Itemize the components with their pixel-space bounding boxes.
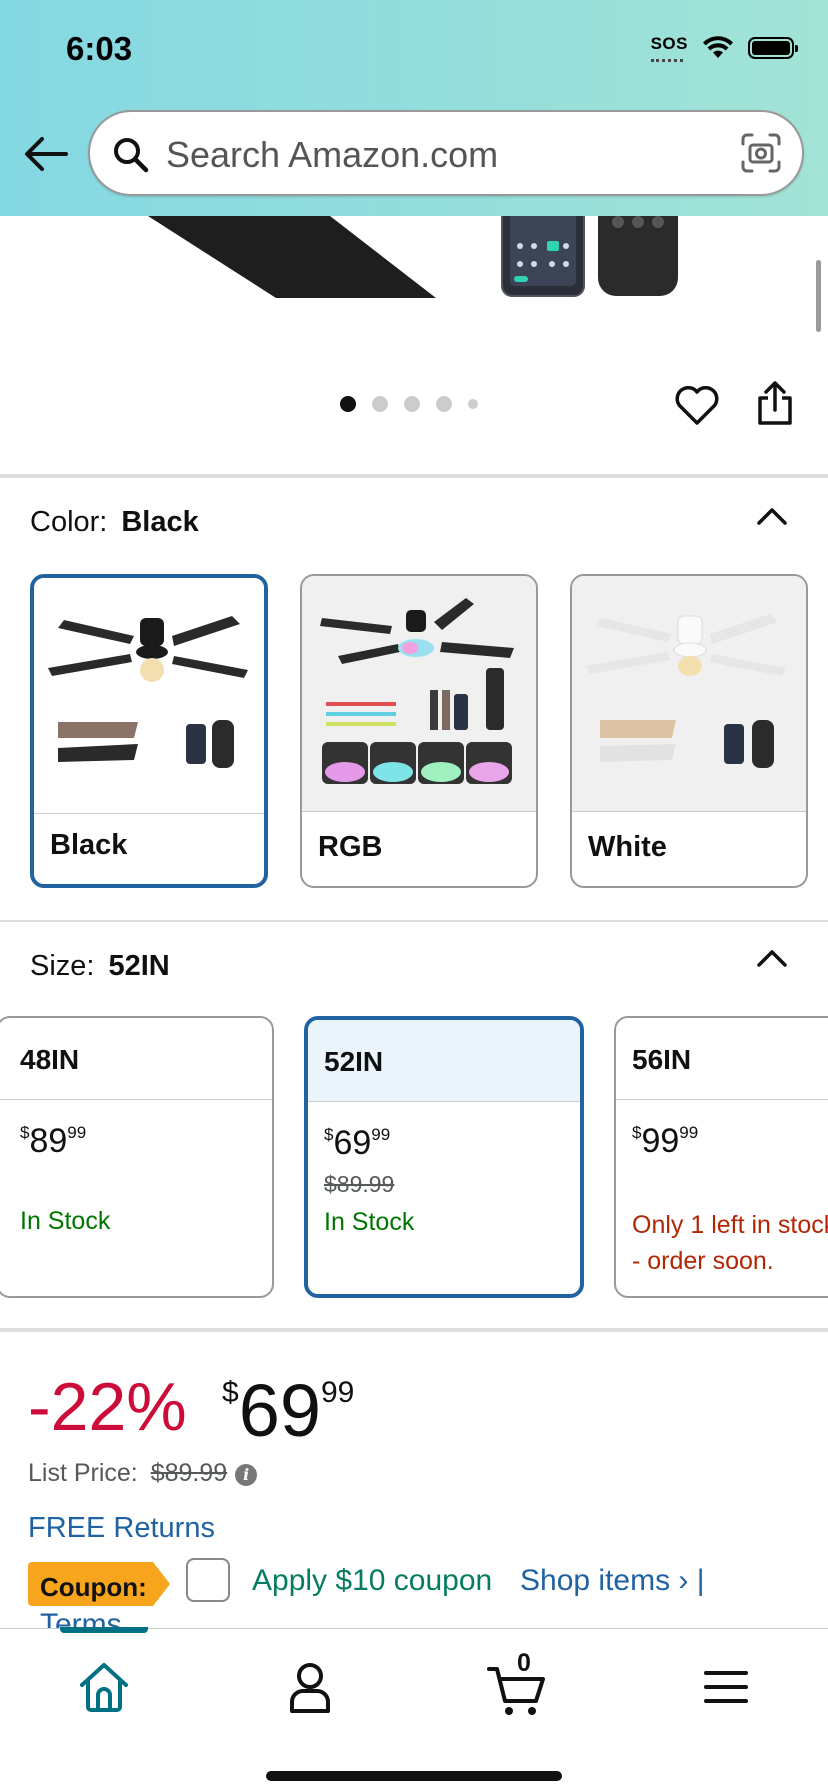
carousel-dot[interactable] — [436, 396, 452, 412]
color-option-label: RGB — [318, 831, 383, 863]
color-option-label: White — [588, 831, 667, 863]
price-whole: 69 — [333, 1124, 372, 1162]
size-option-list-price: $89.99 — [324, 1171, 395, 1197]
wifi-icon — [703, 36, 733, 58]
color-label-text: Color: — [30, 506, 108, 538]
price-cents: 99 — [321, 1376, 355, 1409]
stock-status: In Stock — [324, 1208, 415, 1236]
color-option-black[interactable]: Black — [30, 574, 268, 888]
size-option-52in[interactable]: 52IN $6999 $89.99 In Stock — [304, 1016, 584, 1298]
stock-status: In Stock — [20, 1207, 111, 1235]
carousel-dots — [340, 396, 478, 412]
size-option-48in[interactable]: 48IN $8999 In Stock — [0, 1016, 274, 1298]
size-option-label: 48IN — [0, 1018, 272, 1100]
home-icon[interactable] — [74, 1659, 134, 1715]
product-photo — [148, 216, 678, 298]
chevron-up-icon[interactable] — [756, 506, 788, 526]
chevron-up-icon[interactable] — [756, 948, 788, 968]
size-option-56in[interactable]: 56IN $9999 Only 1 left in stock - order … — [614, 1016, 828, 1298]
shop-items-link[interactable]: Shop items › | — [520, 1564, 705, 1598]
price-cents: 99 — [679, 1123, 699, 1142]
color-swatch-image — [572, 576, 806, 812]
size-option-label: 52IN — [308, 1020, 580, 1102]
price-whole: 99 — [641, 1122, 680, 1160]
stock-status-line: Only 1 left in stock — [632, 1211, 828, 1239]
heart-icon[interactable] — [674, 384, 720, 426]
carousel-dot[interactable] — [372, 396, 388, 412]
price-whole: 89 — [29, 1122, 68, 1160]
size-option-price: $6999 — [308, 1102, 580, 1163]
list-price: List Price: $89.99 i — [28, 1459, 258, 1488]
current-price: $6999 — [222, 1368, 354, 1453]
color-swatch-image — [302, 576, 536, 812]
product-image[interactable] — [0, 216, 828, 476]
discount-percent: -22% — [28, 1369, 187, 1445]
section-divider — [0, 1328, 828, 1332]
color-value: Black — [121, 506, 199, 538]
price-cents: 99 — [371, 1125, 391, 1144]
free-returns-link[interactable]: FREE Returns — [28, 1512, 215, 1545]
back-arrow-icon[interactable] — [22, 134, 70, 174]
price-cents: 99 — [67, 1123, 87, 1142]
scroll-indicator — [816, 260, 821, 332]
home-indicator — [266, 1771, 562, 1781]
share-icon[interactable] — [756, 380, 794, 426]
price-whole: 69 — [238, 1369, 321, 1452]
color-option-label: Black — [50, 829, 128, 861]
carousel-dot[interactable] — [340, 396, 356, 412]
coupon-checkbox[interactable] — [186, 1558, 230, 1602]
status-time: 6:03 — [66, 30, 133, 67]
color-label: Color: Black — [30, 506, 199, 539]
section-divider — [0, 474, 828, 478]
carousel-dot[interactable] — [468, 399, 478, 409]
apply-coupon-label[interactable]: Apply $10 coupon — [252, 1564, 492, 1598]
list-price-label: List Price: — [28, 1459, 138, 1487]
currency-symbol: $ — [222, 1376, 239, 1409]
list-price-value: $89.99 — [150, 1459, 228, 1487]
size-option-price: $8999 — [0, 1100, 272, 1161]
color-swatch-image — [34, 578, 264, 814]
top-header: 6:03 SOS Search Amazon.com — [0, 0, 828, 216]
stock-status-line: - order soon. — [632, 1247, 774, 1275]
account-icon[interactable] — [280, 1659, 340, 1715]
size-label-text: Size: — [30, 950, 95, 982]
search-input[interactable]: Search Amazon.com — [88, 110, 804, 196]
bottom-nav: 0 — [0, 1627, 828, 1792]
sos-indicator: SOS — [650, 34, 688, 62]
stock-status: Only 1 left in stock - order soon. — [616, 1207, 828, 1279]
color-option-rgb[interactable]: RGB — [300, 574, 538, 888]
cart-count: 0 — [517, 1649, 531, 1677]
size-value: 52IN — [108, 950, 170, 982]
coupon-badge: Coupon: — [28, 1562, 170, 1606]
status-icons: SOS — [650, 34, 798, 62]
size-label: Size: 52IN — [30, 950, 170, 983]
color-option-white[interactable]: White — [570, 574, 808, 888]
size-option-label: 56IN — [616, 1018, 828, 1100]
info-icon[interactable]: i — [235, 1464, 258, 1486]
battery-icon — [748, 37, 798, 59]
section-divider — [0, 920, 828, 922]
size-option-price: $9999 — [616, 1100, 828, 1161]
search-placeholder: Search Amazon.com — [166, 134, 499, 175]
search-icon — [114, 138, 149, 173]
carousel-dot[interactable] — [404, 396, 420, 412]
camera-scan-icon[interactable] — [740, 132, 782, 174]
nav-active-indicator — [60, 1627, 148, 1633]
menu-icon[interactable] — [696, 1659, 756, 1715]
